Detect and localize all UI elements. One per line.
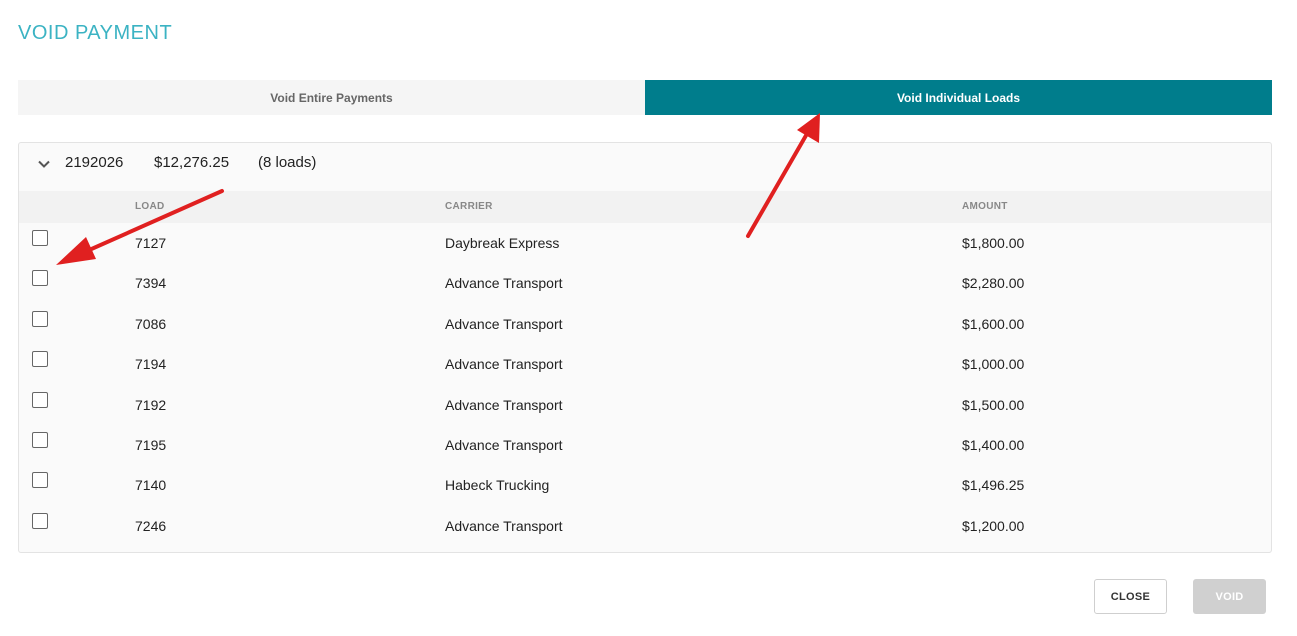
tab-bar: Void Entire Payments Void Individual Loa…	[18, 80, 1272, 115]
close-button[interactable]: CLOSE	[1094, 579, 1167, 614]
row-checkbox[interactable]	[32, 391, 48, 408]
payment-group-panel: 2192026 $12,276.25 (8 loads) LOAD CARRIE…	[18, 142, 1272, 553]
tab-void-individual-loads[interactable]: Void Individual Loads	[645, 80, 1272, 115]
table-row: 7195 Advance Transport $1,400.00	[19, 425, 1271, 465]
load-number: 7192	[135, 396, 167, 413]
payment-id: 2192026	[65, 154, 124, 171]
row-checkbox[interactable]	[32, 431, 48, 448]
load-amount: $1,600.00	[962, 315, 1025, 332]
row-checkbox[interactable]	[32, 472, 48, 489]
carrier-name: Advance Transport	[445, 315, 563, 332]
column-header-load: LOAD	[135, 201, 165, 212]
carrier-name: Advance Transport	[445, 356, 563, 373]
load-amount: $2,280.00	[962, 275, 1025, 292]
table-row: 7194 Advance Transport $1,000.00	[19, 344, 1271, 384]
table-header: LOAD CARRIER AMOUNT	[19, 191, 1271, 223]
row-checkbox[interactable]	[32, 230, 48, 246]
void-button[interactable]: VOID	[1193, 579, 1266, 614]
chevron-down-icon[interactable]	[37, 157, 51, 171]
load-amount: $1,500.00	[962, 396, 1025, 413]
row-checkbox[interactable]	[32, 351, 48, 368]
row-checkbox[interactable]	[32, 512, 48, 529]
load-count: (8 loads)	[258, 154, 317, 171]
carrier-name: Habeck Trucking	[445, 477, 550, 494]
carrier-name: Advance Transport	[445, 436, 563, 453]
load-number: 7086	[135, 315, 167, 332]
table-row: 7246 Advance Transport $1,200.00	[19, 506, 1271, 546]
load-amount: $1,496.25	[962, 477, 1025, 494]
table-row: 7127 Daybreak Express $1,800.00	[19, 223, 1271, 263]
carrier-name: Advance Transport	[445, 517, 563, 534]
load-number: 7246	[135, 517, 167, 534]
load-number: 7140	[135, 477, 167, 494]
tab-void-entire-payments[interactable]: Void Entire Payments	[18, 80, 645, 115]
loads-table-body: 7127 Daybreak Express $1,800.00 7394 Adv…	[19, 223, 1271, 546]
load-number: 7195	[135, 436, 167, 453]
table-row: 7192 Advance Transport $1,500.00	[19, 385, 1271, 425]
table-row: 7394 Advance Transport $2,280.00	[19, 263, 1271, 303]
column-header-amount: AMOUNT	[962, 201, 1008, 212]
load-amount: $1,000.00	[962, 356, 1025, 373]
load-number: 7127	[135, 235, 167, 251]
carrier-name: Daybreak Express	[445, 235, 560, 251]
carrier-name: Advance Transport	[445, 396, 563, 413]
column-header-carrier: CARRIER	[445, 201, 493, 212]
payment-amount: $12,276.25	[154, 154, 230, 171]
payment-group-header[interactable]: 2192026 $12,276.25 (8 loads)	[19, 143, 1271, 191]
carrier-name: Advance Transport	[445, 275, 563, 292]
load-amount: $1,800.00	[962, 235, 1025, 251]
table-row: 7140 Habeck Trucking $1,496.25	[19, 465, 1271, 505]
load-amount: $1,400.00	[962, 436, 1025, 453]
load-number: 7394	[135, 275, 167, 292]
row-checkbox[interactable]	[32, 270, 48, 287]
table-row: 7086 Advance Transport $1,600.00	[19, 304, 1271, 344]
load-amount: $1,200.00	[962, 517, 1025, 534]
dialog-title: VOID PAYMENT	[18, 22, 173, 44]
load-number: 7194	[135, 356, 167, 373]
row-checkbox[interactable]	[32, 310, 48, 327]
